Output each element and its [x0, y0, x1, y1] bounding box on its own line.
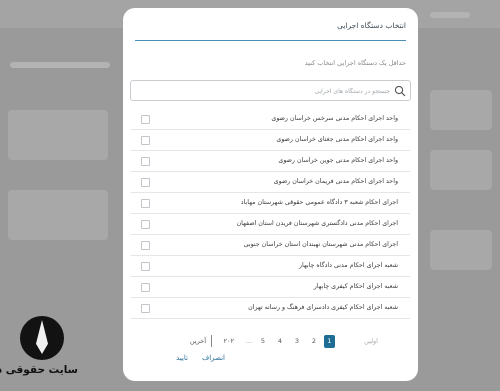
watermark-logo: سایت حقوقی دینا: [0, 316, 78, 386]
pagination-first[interactable]: اولین: [364, 337, 378, 345]
select-executive-body-modal: انتخاب دستگاه اجرایی حداقل یک دستگاه اجر…: [123, 8, 418, 381]
selection-hint: حداقل یک دستگاه اجرایی انتخاب کنید: [304, 59, 406, 67]
list-item-label: واحد اجرای احکام مدنی جوین خراسان رضوی: [278, 157, 398, 164]
list-item[interactable]: اجرای احکام شعبه ۳ دادگاه عمومی حقوقی شه…: [131, 193, 410, 214]
modal-title: انتخاب دستگاه اجرایی: [337, 21, 406, 30]
search-input[interactable]: [135, 84, 390, 98]
list-item-checkbox[interactable]: [141, 220, 150, 229]
list-item-label: اجرای احکام مدنی دادگستری شهرستان فریدن …: [236, 220, 398, 227]
search-box[interactable]: [130, 80, 411, 101]
pagination-ellipsis: ...: [245, 337, 252, 345]
list-item-label: شعبه اجرای احکام کیفری دادسرای فرهنگ و ر…: [248, 304, 398, 311]
title-divider: [135, 40, 406, 41]
list-item-label: شعبه اجرای احکام کیفری چابهار: [313, 283, 398, 290]
background-card: [8, 190, 108, 240]
list-item-checkbox[interactable]: [141, 136, 150, 145]
list-item[interactable]: واحد اجرای احکام مدنی سرخس خراسان رضوی: [131, 109, 410, 130]
list-item[interactable]: واحد اجرای احکام مدنی جوین خراسان رضوی: [131, 151, 410, 172]
list-item-checkbox[interactable]: [141, 199, 150, 208]
pagination-page-2[interactable]: 2: [312, 337, 316, 345]
search-icon[interactable]: [394, 85, 406, 97]
list-item-checkbox[interactable]: [141, 262, 150, 271]
list-item-label: اجرای احکام مدنی شهرستان نهبندان استان خ…: [243, 241, 398, 248]
list-item[interactable]: اجرای احکام مدنی دادگستری شهرستان فریدن …: [131, 214, 410, 235]
pagination-page-1[interactable]: 1: [324, 335, 335, 348]
list-item[interactable]: شعبه اجرای احکام مدنی دادگاه چابهار: [131, 256, 410, 277]
pagination-page-3[interactable]: 3: [295, 337, 299, 345]
list-item-checkbox[interactable]: [141, 241, 150, 250]
list-item-label: اجرای احکام شعبه ۳ دادگاه عمومی حقوقی شه…: [240, 199, 398, 206]
background-card: [430, 230, 492, 270]
confirm-button[interactable]: تایید: [176, 354, 188, 362]
list-item-label: واحد اجرای احکام مدنی سرخس خراسان رضوی: [271, 115, 398, 122]
pagination-page-4[interactable]: 4: [278, 337, 282, 345]
list-item-label: واحد اجرای احکام مدنی فریمان خراسان رضوی: [273, 178, 398, 185]
cancel-button[interactable]: انصراف: [202, 354, 225, 362]
background-card: [8, 110, 108, 160]
list-item-checkbox[interactable]: [141, 157, 150, 166]
list-item-checkbox[interactable]: [141, 283, 150, 292]
list-item-checkbox[interactable]: [141, 178, 150, 187]
list-item-checkbox[interactable]: [141, 304, 150, 313]
background-card: [430, 90, 492, 130]
pagination-last[interactable]: آخرین: [190, 337, 206, 345]
background-line: [10, 62, 110, 68]
list-item[interactable]: واحد اجرای احکام مدنی جغتای خراسان رضوی: [131, 130, 410, 151]
list-item-checkbox[interactable]: [141, 115, 150, 124]
executive-body-list: واحد اجرای احکام مدنی سرخس خراسان رضوی و…: [131, 109, 410, 319]
list-item[interactable]: شعبه اجرای احکام کیفری دادسرای فرهنگ و ر…: [131, 298, 410, 319]
background-line: [430, 12, 470, 18]
pagination-separator: [211, 335, 212, 347]
list-item[interactable]: واحد اجرای احکام مدنی فریمان خراسان رضوی: [131, 172, 410, 193]
list-item-label: واحد اجرای احکام مدنی جغتای خراسان رضوی: [276, 136, 398, 143]
list-item[interactable]: شعبه اجرای احکام کیفری چابهار: [131, 277, 410, 298]
watermark-text: سایت حقوقی دینا: [0, 364, 78, 376]
list-item-label: شعبه اجرای احکام مدنی دادگاه چابهار: [298, 262, 398, 269]
pagination-last-page[interactable]: ۲۰۲: [224, 337, 234, 345]
list-item[interactable]: اجرای احکام مدنی شهرستان نهبندان استان خ…: [131, 235, 410, 256]
pagination-page-5[interactable]: 5: [261, 337, 265, 345]
pagination: اولین 1 2 3 4 5 ... ۲۰۲ آخرین: [123, 335, 418, 351]
background-card: [430, 150, 492, 190]
